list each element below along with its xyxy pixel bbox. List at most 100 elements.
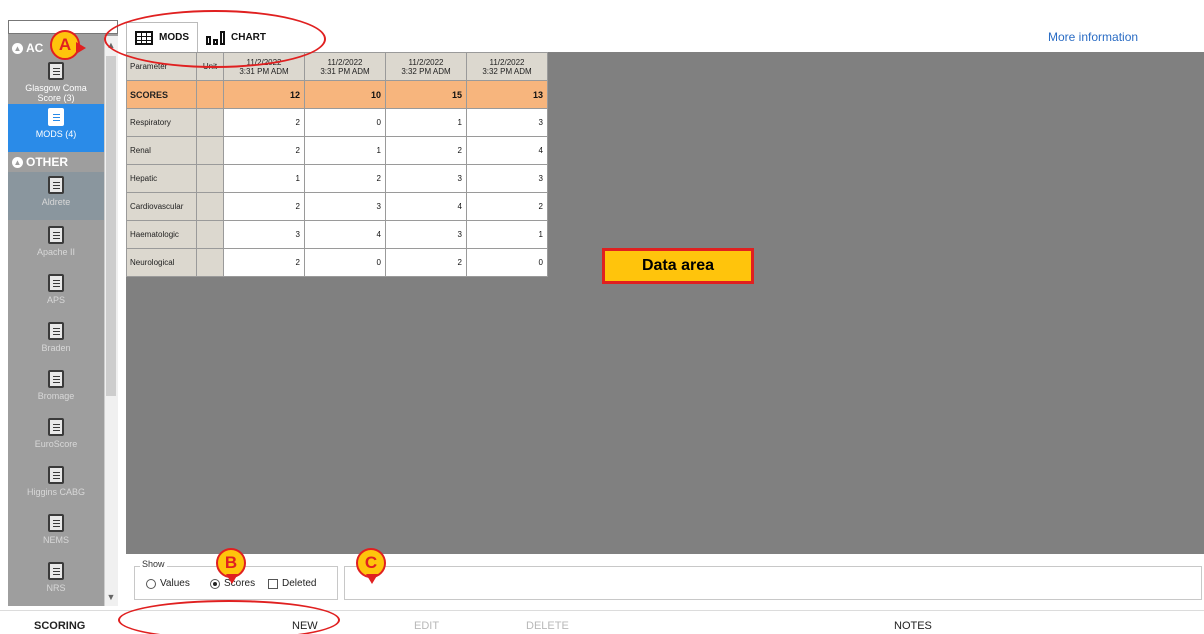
value-cell[interactable]: 3	[385, 164, 467, 193]
deleted-checkbox-label: Deleted	[282, 578, 317, 589]
more-information-link[interactable]: More information	[1048, 30, 1138, 44]
table-row[interactable]: Renal 2 1 2 4	[126, 136, 548, 165]
value-cell[interactable]: 3	[385, 220, 467, 249]
value-cell[interactable]: 2	[385, 248, 467, 277]
row-label: Neurological	[126, 248, 197, 277]
row-label: SCORES	[126, 80, 197, 109]
unit-cell	[196, 248, 224, 277]
sidebar-item-nrs[interactable]: NRS	[8, 558, 104, 606]
edit-button[interactable]: EDIT	[414, 620, 439, 632]
value-cell[interactable]: 4	[304, 220, 386, 249]
unit-cell	[196, 108, 224, 137]
table-row-scores[interactable]: SCORES 12 10 15 13	[126, 80, 548, 109]
document-icon	[48, 322, 64, 340]
show-options-title: Show	[140, 559, 167, 569]
row-label: Cardiovascular	[126, 192, 197, 221]
sidebar-item-mods[interactable]: MODS (4)	[8, 104, 104, 152]
score-cell[interactable]: 15	[385, 80, 467, 109]
value-cell[interactable]: 3	[466, 164, 548, 193]
sidebar-item-nems[interactable]: NEMS	[8, 510, 104, 558]
scoring-button[interactable]: SCORING	[34, 620, 85, 632]
column-header-date[interactable]: 11/2/2022 3:31 PM ADM	[304, 52, 386, 81]
callout-marker-a: A	[50, 30, 86, 60]
sidebar-item-label: MODS (4)	[35, 129, 77, 139]
notes-button[interactable]: NOTES	[894, 620, 932, 632]
value-cell[interactable]: 3	[466, 108, 548, 137]
value-cell[interactable]: 3	[304, 192, 386, 221]
value-cell[interactable]: 2	[223, 136, 305, 165]
document-icon	[48, 176, 64, 194]
value-cell[interactable]: 1	[466, 220, 548, 249]
table-row[interactable]: Cardiovascular 2 3 4 2	[126, 192, 548, 221]
data-area: Parameter Unit 11/2/2022 3:31 PM ADM 11/2…	[126, 52, 1204, 554]
sidebar-item-label: APS	[46, 295, 65, 305]
document-icon	[48, 514, 64, 532]
value-cell[interactable]: 2	[466, 192, 548, 221]
row-label: Hepatic	[126, 164, 197, 193]
sidebar-item-bromage[interactable]: Bromage	[8, 366, 104, 414]
chevron-up-icon: ▲	[12, 42, 23, 54]
callout-marker-c: C	[356, 548, 386, 584]
app-window: ▲ ▼ ▲ A C Glasgow Coma Score (3) MODS (4)…	[0, 0, 1204, 634]
notes-field[interactable]	[344, 566, 1202, 600]
radio-selected-icon	[210, 578, 220, 589]
column-header-date[interactable]: 11/2/2022 3:32 PM ADM	[385, 52, 467, 81]
row-label: Respiratory	[126, 108, 197, 137]
group-header-other[interactable]: ▲ OTHER	[8, 154, 104, 170]
values-radio[interactable]: Values	[146, 578, 190, 589]
document-icon	[48, 108, 64, 126]
score-cell[interactable]: 12	[223, 80, 305, 109]
deleted-checkbox[interactable]: Deleted	[268, 578, 316, 589]
document-icon	[48, 274, 64, 292]
sidebar-item-label: Glasgow Coma Score (3)	[25, 83, 87, 103]
value-cell[interactable]: 4	[466, 136, 548, 165]
scroll-down-icon[interactable]: ▼	[104, 590, 118, 604]
scores-table: Parameter Unit 11/2/2022 3:31 PM ADM 11/2…	[126, 52, 548, 277]
sidebar-item-braden[interactable]: Braden	[8, 318, 104, 366]
table-row[interactable]: Respiratory 2 0 1 3	[126, 108, 548, 137]
document-icon	[48, 62, 64, 80]
table-row[interactable]: Hepatic 1 2 3 3	[126, 164, 548, 193]
value-cell[interactable]: 1	[385, 108, 467, 137]
sidebar-item-euroscore[interactable]: EuroScore	[8, 414, 104, 462]
unit-cell	[196, 220, 224, 249]
sidebar-item-label: NEMS	[42, 535, 69, 545]
document-icon	[48, 370, 64, 388]
column-header-date[interactable]: 11/2/2022 3:32 PM ADM	[466, 52, 548, 81]
delete-button[interactable]: DELETE	[526, 620, 569, 632]
chevron-up-icon: ▲	[12, 156, 23, 168]
value-cell[interactable]: 0	[304, 108, 386, 137]
value-cell[interactable]: 2	[385, 136, 467, 165]
sidebar-item-label: Bromage	[37, 391, 75, 401]
value-cell[interactable]: 2	[223, 248, 305, 277]
sidebar-item-apache[interactable]: Apache II	[8, 222, 104, 270]
sidebar-item-glasgow[interactable]: Glasgow Coma Score (3)	[8, 58, 104, 104]
row-label: Renal	[126, 136, 197, 165]
value-cell[interactable]: 1	[223, 164, 305, 193]
sidebar-item-label: EuroScore	[34, 439, 78, 449]
unit-cell	[196, 80, 224, 109]
callout-marker-b: B	[216, 548, 246, 584]
score-cell[interactable]: 10	[304, 80, 386, 109]
sidebar-item-label: Aldrete	[41, 197, 71, 207]
value-cell[interactable]: 3	[223, 220, 305, 249]
sidebar-scroll-thumb[interactable]	[106, 56, 116, 396]
value-cell[interactable]: 0	[304, 248, 386, 277]
value-cell[interactable]: 2	[223, 192, 305, 221]
checkbox-icon	[268, 578, 278, 589]
value-cell[interactable]: 4	[385, 192, 467, 221]
row-label: Haematologic	[126, 220, 197, 249]
sidebar-item-aps[interactable]: APS	[8, 270, 104, 318]
table-row[interactable]: Neurological 2 0 2 0	[126, 248, 548, 277]
value-cell[interactable]: 2	[223, 108, 305, 137]
value-cell[interactable]: 2	[304, 164, 386, 193]
score-cell[interactable]: 13	[466, 80, 548, 109]
sidebar-item-higgins[interactable]: Higgins CABG	[8, 462, 104, 510]
sidebar-item-label: Higgins CABG	[26, 487, 86, 497]
value-cell[interactable]: 0	[466, 248, 548, 277]
table-row[interactable]: Haematologic 3 4 3 1	[126, 220, 548, 249]
radio-icon	[146, 578, 156, 589]
sidebar-item-aldrete[interactable]: Aldrete	[8, 172, 104, 220]
value-cell[interactable]: 1	[304, 136, 386, 165]
unit-cell	[196, 136, 224, 165]
